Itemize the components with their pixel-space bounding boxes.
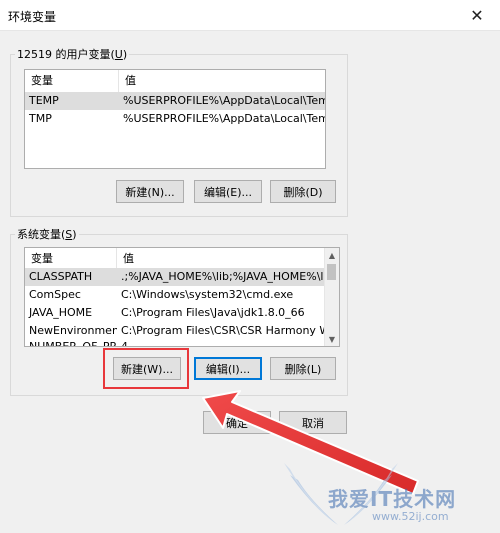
watermark: 我爱IT技术网 www.52ij.com [280, 455, 495, 530]
annotation-arrow-icon [202, 390, 419, 495]
watermark-url: www.52ij.com [372, 510, 449, 523]
watermark-text: 我爱IT技术网 [328, 487, 457, 511]
